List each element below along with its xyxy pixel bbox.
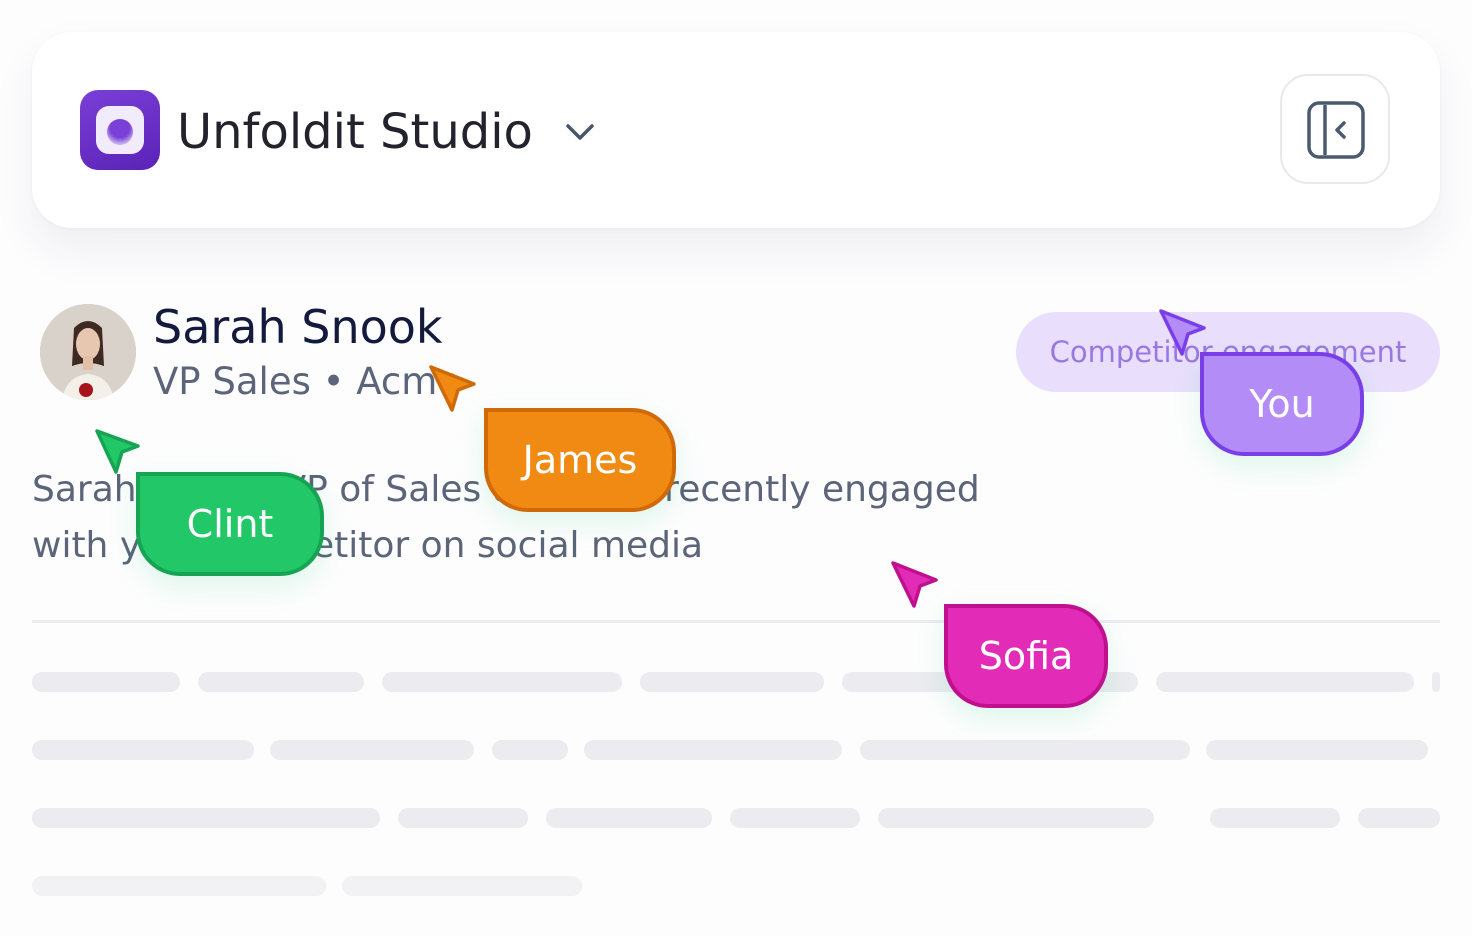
sidebar-collapse-button[interactable] [1280, 74, 1390, 184]
cursor-pointer-icon [891, 561, 938, 608]
collaborator-label-sofia: Sofia [944, 604, 1108, 708]
collaborator-label-james: James [484, 408, 676, 512]
workspace-name[interactable]: Unfoldit Studio [177, 102, 533, 162]
contact-name: Sarah Snook [153, 300, 443, 354]
workspace-logo [80, 90, 160, 170]
cursor-pointer-icon [429, 365, 476, 412]
sidebar-collapse-icon [1307, 101, 1365, 159]
collaborator-label-clint: Clint [136, 472, 324, 576]
collaborator-label-you: You [1200, 352, 1364, 456]
avatar [40, 304, 136, 400]
chevron-down-icon[interactable] [562, 114, 598, 150]
section-divider [32, 620, 1440, 623]
contact-title-company: VP Sales • Acme [153, 360, 461, 403]
workspace-header: Unfoldit Studio [32, 32, 1440, 228]
